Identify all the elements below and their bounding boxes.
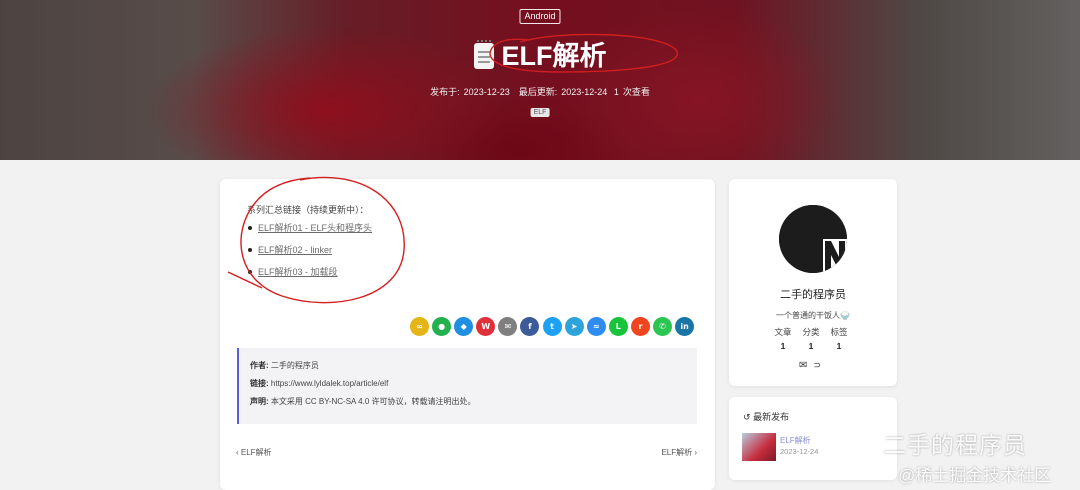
series-link-1[interactable]: ELF解析01 - ELF头和程序头 <box>258 223 372 233</box>
share-linkedin-icon[interactable]: in <box>675 317 695 336</box>
updated-label: 最后更新: <box>518 87 558 97</box>
share-qq-icon[interactable]: ◆ <box>454 317 474 336</box>
series-list: ELF解析01 - ELF头和程序头 ELF解析02 - linker ELF解… <box>247 223 372 289</box>
next-post-link[interactable]: ELF解析 › <box>661 447 697 458</box>
prev-post-link[interactable]: ‹ ELF解析 <box>236 447 272 458</box>
prev-post-title: ELF解析 <box>240 448 272 457</box>
series-link-2[interactable]: ELF解析02 - linker <box>258 245 332 255</box>
profile-card: 二手的程序员 一个普通的干饭人🍚 文章 1 分类 1 标签 1 ✉ ⊃ <box>729 179 897 386</box>
updated-date: 2023-12-24 <box>561 87 608 97</box>
article-title: ELF解析 <box>0 38 1080 74</box>
notepad-icon <box>473 40 494 69</box>
share-telegram-icon[interactable]: ➤ <box>564 317 584 336</box>
stat-value: 1 <box>836 341 842 351</box>
share-messenger-icon[interactable]: ≈ <box>586 317 606 336</box>
social-links: ✉ ⊃ <box>799 360 821 371</box>
watermark-site: @稀土掘金技术社区 <box>898 466 1052 485</box>
author-label: 作者: <box>250 361 269 370</box>
view-count: 1 <box>613 87 619 97</box>
n-logo-icon <box>779 205 847 273</box>
list-item: ELF解析03 - 加载段 <box>247 267 372 289</box>
author-value: 二手的程序员 <box>270 361 319 370</box>
chevron-right-icon: › <box>692 448 697 457</box>
author-name[interactable]: 二手的程序员 <box>729 286 897 302</box>
next-post-title: ELF解析 <box>661 448 693 457</box>
license-label: 声明: <box>250 397 269 406</box>
list-item: ELF解析02 - linker <box>247 245 372 267</box>
copyright-box: 作者: 二手的程序员 链接: https://www.lyldalek.top/… <box>237 348 697 424</box>
copyright-link-row: 链接: https://www.lyldalek.top/article/elf <box>250 378 388 389</box>
share-whatsapp-icon[interactable]: ✆ <box>653 317 673 336</box>
article-meta: 发布于: 2023-12-23 最后更新: 2023-12-24 1 次查看 <box>0 85 1080 98</box>
share-facebook-icon[interactable]: f <box>520 317 540 336</box>
stat-value: 1 <box>780 341 786 351</box>
share-twitter-icon[interactable]: t <box>542 317 562 336</box>
hero-banner: Android ELF解析 发布于: 2023-12-23 最后更新: 2023-1… <box>0 0 1080 160</box>
recent-heading-text: 最新发布 <box>753 412 790 422</box>
license-value: 本文采用 CC BY-NC-SA 4.0 许可协议，转载请注明出处。 <box>270 397 476 406</box>
stat-categories[interactable]: 分类 1 <box>801 326 821 351</box>
stat-label: 文章 <box>774 327 792 337</box>
history-icon: ↺ <box>743 412 751 422</box>
recent-post-title[interactable]: ELF解析 <box>780 435 811 446</box>
avatar[interactable] <box>779 205 847 273</box>
share-weibo-icon[interactable]: W <box>476 317 496 336</box>
published-label: 发布于: <box>430 87 460 97</box>
stat-value: 1 <box>808 341 814 351</box>
author-stats: 文章 1 分类 1 标签 1 <box>773 326 849 351</box>
list-item: ELF解析01 - ELF头和程序头 <box>247 223 372 245</box>
recent-post-thumbnail[interactable] <box>742 433 776 461</box>
stat-tags[interactable]: 标签 1 <box>829 326 849 351</box>
stat-articles[interactable]: 文章 1 <box>773 326 793 351</box>
article-card: 系列汇总链接（持续更新中）： ELF解析01 - ELF头和程序头 ELF解析0… <box>220 179 715 490</box>
series-link-3[interactable]: ELF解析03 - 加载段 <box>258 267 338 277</box>
wechat-logo-icon <box>841 425 878 454</box>
series-intro: 系列汇总链接（持续更新中）： <box>247 205 369 215</box>
email-icon[interactable]: ✉ <box>799 360 807 371</box>
watermark-name: 二手的程序员 <box>883 432 1027 458</box>
stat-label: 标签 <box>830 327 848 337</box>
share-buttons: ∞ ● ◆ W ✉ f t ➤ ≈ Lr ✆ in <box>410 317 695 336</box>
share-line-icon[interactable]: L <box>608 317 628 336</box>
published-date: 2023-12-23 <box>463 87 510 97</box>
article-title-text: ELF解析 <box>501 41 607 71</box>
stat-label: 分类 <box>802 327 820 337</box>
link-label: 链接: <box>250 379 269 388</box>
views-label: 次查看 <box>622 87 650 97</box>
share-link-icon[interactable]: ∞ <box>410 317 429 336</box>
category-tag[interactable]: Android <box>519 9 561 24</box>
author-bio: 一个普通的干饭人🍚 <box>776 311 850 320</box>
link-value[interactable]: https://www.lyldalek.top/article/elf <box>271 379 388 388</box>
recent-heading: ↺ 最新发布 <box>743 410 789 423</box>
share-email-icon[interactable]: ✉ <box>498 317 518 336</box>
share-wechat-icon[interactable]: ● <box>432 317 452 336</box>
copyright-license-row: 声明: 本文采用 CC BY-NC-SA 4.0 许可协议，转载请注明出处。 <box>250 396 476 407</box>
copyright-author-row: 作者: 二手的程序员 <box>250 360 319 371</box>
recent-post-date: 2023-12-24 <box>780 447 819 456</box>
rss-icon[interactable]: ⊃ <box>813 360 821 371</box>
share-reddit-icon[interactable]: r <box>630 317 650 336</box>
tag-chip[interactable]: ELF <box>530 108 550 117</box>
